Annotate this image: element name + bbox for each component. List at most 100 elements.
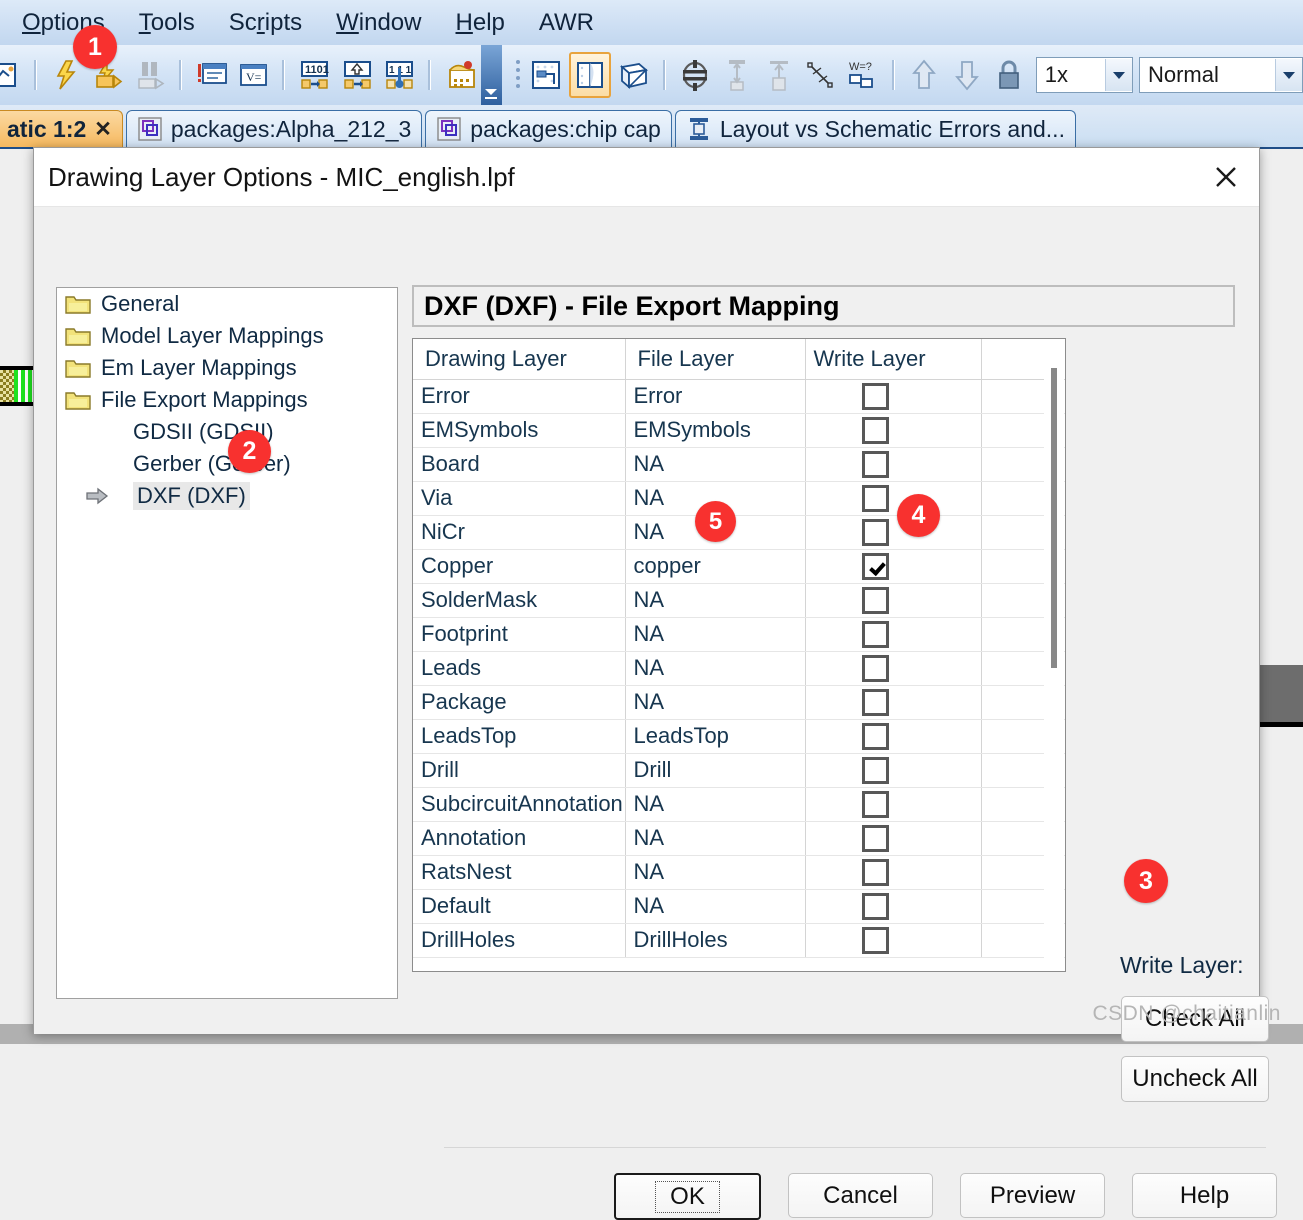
write-layer-checkbox[interactable]: [861, 654, 889, 682]
write-layer-checkbox[interactable]: [861, 722, 889, 750]
cell-file-layer[interactable]: LeadsTop: [625, 719, 806, 754]
table-row[interactable]: Annotation NA: [413, 821, 1065, 856]
cell-file-layer[interactable]: NA: [625, 583, 806, 618]
tree-item-dxf[interactable]: DXF (DXF): [57, 480, 397, 512]
3d-view-icon[interactable]: [615, 54, 653, 96]
cell-write-layer[interactable]: [805, 855, 982, 890]
cell-write-layer[interactable]: [805, 821, 982, 856]
grid-scrollbar-thumb[interactable]: [1051, 368, 1057, 668]
help-button[interactable]: Help: [1132, 1173, 1277, 1218]
cell-write-layer[interactable]: [805, 379, 982, 414]
write-layer-checkbox[interactable]: [861, 620, 889, 648]
write-layer-checkbox[interactable]: [861, 790, 889, 818]
tree-item-em-layer-mappings[interactable]: Em Layer Mappings: [57, 352, 397, 384]
layout-icon[interactable]: [0, 54, 24, 96]
table-row[interactable]: Via NA: [413, 481, 1065, 516]
data-up-icon[interactable]: [337, 54, 375, 96]
cell-file-layer[interactable]: NA: [625, 855, 806, 890]
menu-item-help[interactable]: Help: [456, 9, 505, 37]
cell-write-layer[interactable]: [805, 651, 982, 686]
align-top-icon[interactable]: [760, 54, 798, 96]
pause-icon[interactable]: [131, 54, 169, 96]
uncheck-all-button[interactable]: Uncheck All: [1121, 1056, 1269, 1102]
move-up-icon[interactable]: [905, 54, 943, 96]
output-icon[interactable]: [441, 54, 479, 96]
cell-write-layer[interactable]: [805, 889, 982, 924]
cell-write-layer[interactable]: [805, 753, 982, 788]
width-icon[interactable]: W=?: [844, 54, 882, 96]
write-layer-checkbox[interactable]: [861, 484, 889, 512]
write-layer-checkbox[interactable]: [861, 518, 889, 546]
tab-packages-chipcap[interactable]: packages:chip cap: [425, 110, 672, 147]
table-row[interactable]: LeadsTop LeadsTop: [413, 719, 1065, 754]
cell-file-layer[interactable]: NA: [625, 787, 806, 822]
table-row[interactable]: NiCr NA: [413, 515, 1065, 550]
cell-file-layer[interactable]: NA: [625, 617, 806, 652]
chevron-down-icon[interactable]: [1104, 59, 1132, 91]
table-row[interactable]: DrillHoles DrillHoles: [413, 923, 1065, 958]
table-row[interactable]: SubcircuitAnnotation NA: [413, 787, 1065, 822]
tab-lvs-errors[interactable]: Layout vs Schematic Errors and...: [674, 110, 1076, 147]
layer-icon[interactable]: [568, 52, 611, 98]
cell-file-layer[interactable]: Drill: [625, 753, 806, 788]
cell-write-layer[interactable]: [805, 413, 982, 448]
table-row[interactable]: Leads NA: [413, 651, 1065, 686]
cell-write-layer[interactable]: [805, 719, 982, 754]
zoom-combo[interactable]: 1x: [1035, 57, 1133, 93]
layer-mapping-grid[interactable]: Drawing Layer File Layer Write Layer Err…: [412, 338, 1066, 972]
tune-icon[interactable]: 1 1 1: [380, 54, 418, 96]
tab-packages-alpha[interactable]: packages:Alpha_212_3: [125, 110, 423, 147]
cell-write-layer[interactable]: [805, 515, 982, 550]
write-layer-checkbox[interactable]: [861, 756, 889, 784]
table-row[interactable]: Package NA: [413, 685, 1065, 720]
drill-icon[interactable]: [676, 54, 714, 96]
cell-file-layer[interactable]: NA: [625, 447, 806, 482]
write-layer-checkbox[interactable]: [861, 688, 889, 716]
table-row[interactable]: Board NA: [413, 447, 1065, 482]
preview-button[interactable]: Preview: [960, 1173, 1105, 1218]
cell-write-layer[interactable]: [805, 549, 982, 584]
tree-item-general[interactable]: General: [57, 288, 397, 320]
move-down-icon[interactable]: [947, 54, 985, 96]
cell-file-layer[interactable]: DrillHoles: [625, 923, 806, 958]
lock-icon[interactable]: [990, 54, 1028, 96]
menu-item-awr[interactable]: AWR: [539, 9, 594, 37]
cell-write-layer[interactable]: [805, 447, 982, 482]
cancel-button[interactable]: Cancel: [788, 1173, 933, 1218]
write-layer-checkbox[interactable]: [861, 586, 889, 614]
write-layer-checkbox[interactable]: [861, 416, 889, 444]
tree-item-model-layer-mappings[interactable]: Model Layer Mappings: [57, 320, 397, 352]
write-layer-checkbox[interactable]: [861, 824, 889, 852]
tree-item-gerber[interactable]: Gerber (Gerber): [57, 448, 397, 480]
close-icon[interactable]: [1193, 148, 1259, 206]
cell-write-layer[interactable]: [805, 685, 982, 720]
cell-write-layer[interactable]: [805, 617, 982, 652]
cell-write-layer[interactable]: [805, 583, 982, 618]
table-row[interactable]: Footprint NA: [413, 617, 1065, 652]
cell-file-layer[interactable]: NA: [625, 821, 806, 856]
table-row[interactable]: RatsNest NA: [413, 855, 1065, 890]
data-1101-icon[interactable]: 1101: [295, 54, 333, 96]
write-layer-checkbox[interactable]: [861, 450, 889, 478]
measure-icon[interactable]: [802, 54, 840, 96]
menu-item-window[interactable]: Window: [336, 9, 421, 37]
grid-scrollbar[interactable]: [1044, 340, 1064, 968]
cell-file-layer[interactable]: NA: [625, 889, 806, 924]
align-v-icon[interactable]: [718, 54, 756, 96]
cell-write-layer[interactable]: [805, 481, 982, 516]
menu-item-scripts[interactable]: Scripts: [229, 9, 302, 37]
toolbar-grip[interactable]: [514, 56, 523, 94]
write-layer-checkbox[interactable]: [861, 552, 889, 580]
cell-file-layer[interactable]: copper: [625, 549, 806, 584]
write-layer-checkbox[interactable]: [861, 926, 889, 954]
cell-file-layer[interactable]: Error: [625, 379, 806, 414]
table-row[interactable]: Error Error: [413, 379, 1065, 414]
cell-file-layer[interactable]: NA: [625, 685, 806, 720]
write-layer-checkbox[interactable]: [861, 858, 889, 886]
snap-icon[interactable]: [527, 54, 565, 96]
annotate-icon[interactable]: [192, 54, 230, 96]
cell-file-layer[interactable]: NA: [625, 651, 806, 686]
write-layer-checkbox[interactable]: [861, 382, 889, 410]
close-icon[interactable]: ✕: [94, 117, 112, 142]
equation-icon[interactable]: V=: [234, 54, 272, 96]
